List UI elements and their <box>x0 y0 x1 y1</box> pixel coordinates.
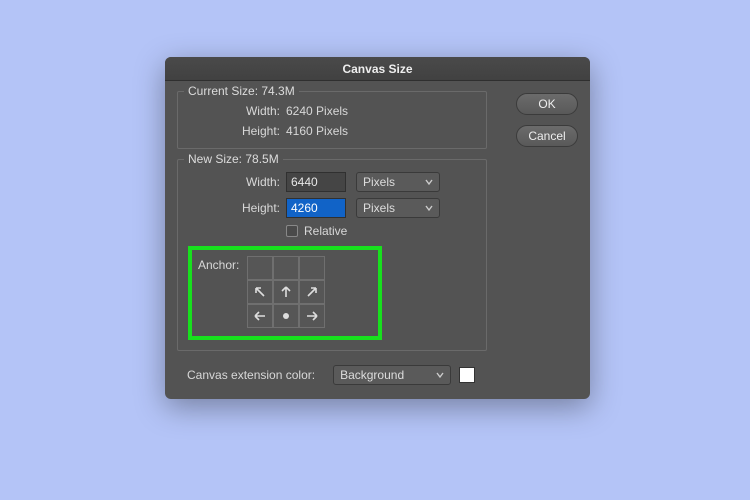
cancel-button[interactable]: Cancel <box>516 125 578 147</box>
canvas-size-dialog: Canvas Size OK Cancel Current Size: 74.3… <box>165 57 590 399</box>
anchor-cell-bottom-right[interactable] <box>299 304 325 328</box>
anchor-cell-top-right[interactable] <box>299 256 325 280</box>
current-size-legend: Current Size: 74.3M <box>184 84 299 98</box>
chevron-down-icon <box>425 204 433 212</box>
new-size-legend: New Size: 78.5M <box>184 152 283 166</box>
current-width-value: 6240 Pixels <box>286 104 348 118</box>
anchor-center-dot-icon <box>280 310 292 322</box>
current-height-value: 4160 Pixels <box>286 124 348 138</box>
new-size-group: New Size: 78.5M Width: Pixels Height: Pi… <box>177 159 487 351</box>
chevron-down-icon <box>436 371 444 379</box>
new-width-unit-select[interactable]: Pixels <box>356 172 440 192</box>
current-height-label: Height: <box>188 124 286 138</box>
new-height-input[interactable] <box>286 198 346 218</box>
arrow-up-icon <box>278 284 294 300</box>
ok-button[interactable]: OK <box>516 93 578 115</box>
relative-label: Relative <box>304 224 347 238</box>
anchor-cell-top-left[interactable] <box>247 256 273 280</box>
anchor-cell-bottom-left[interactable] <box>247 304 273 328</box>
extension-color-value: Background <box>340 368 404 382</box>
anchor-grid <box>247 256 325 328</box>
new-width-input[interactable] <box>286 172 346 192</box>
arrow-right-icon <box>304 308 320 324</box>
anchor-cell-middle-left[interactable] <box>247 280 273 304</box>
new-width-unit-value: Pixels <box>363 175 395 189</box>
anchor-cell-bottom-center[interactable] <box>273 304 299 328</box>
arrow-left-icon <box>252 308 268 324</box>
new-height-label: Height: <box>188 201 286 215</box>
arrow-up-left-icon <box>252 284 268 300</box>
anchor-highlight: Anchor: <box>188 246 382 340</box>
current-width-label: Width: <box>188 104 286 118</box>
extension-color-swatch[interactable] <box>459 367 475 383</box>
new-width-label: Width: <box>188 175 286 189</box>
anchor-cell-middle-center[interactable] <box>273 280 299 304</box>
extension-color-row: Canvas extension color: Background <box>177 361 578 385</box>
current-size-group: Current Size: 74.3M Width: 6240 Pixels H… <box>177 91 487 149</box>
anchor-label: Anchor: <box>198 256 239 272</box>
relative-checkbox[interactable] <box>286 225 298 237</box>
anchor-cell-top-center[interactable] <box>273 256 299 280</box>
new-height-unit-select[interactable]: Pixels <box>356 198 440 218</box>
arrow-up-right-icon <box>304 284 320 300</box>
new-height-unit-value: Pixels <box>363 201 395 215</box>
extension-color-select[interactable]: Background <box>333 365 451 385</box>
chevron-down-icon <box>425 178 433 186</box>
dialog-title: Canvas Size <box>165 57 590 81</box>
anchor-cell-middle-right[interactable] <box>299 280 325 304</box>
extension-color-label: Canvas extension color: <box>187 368 315 382</box>
